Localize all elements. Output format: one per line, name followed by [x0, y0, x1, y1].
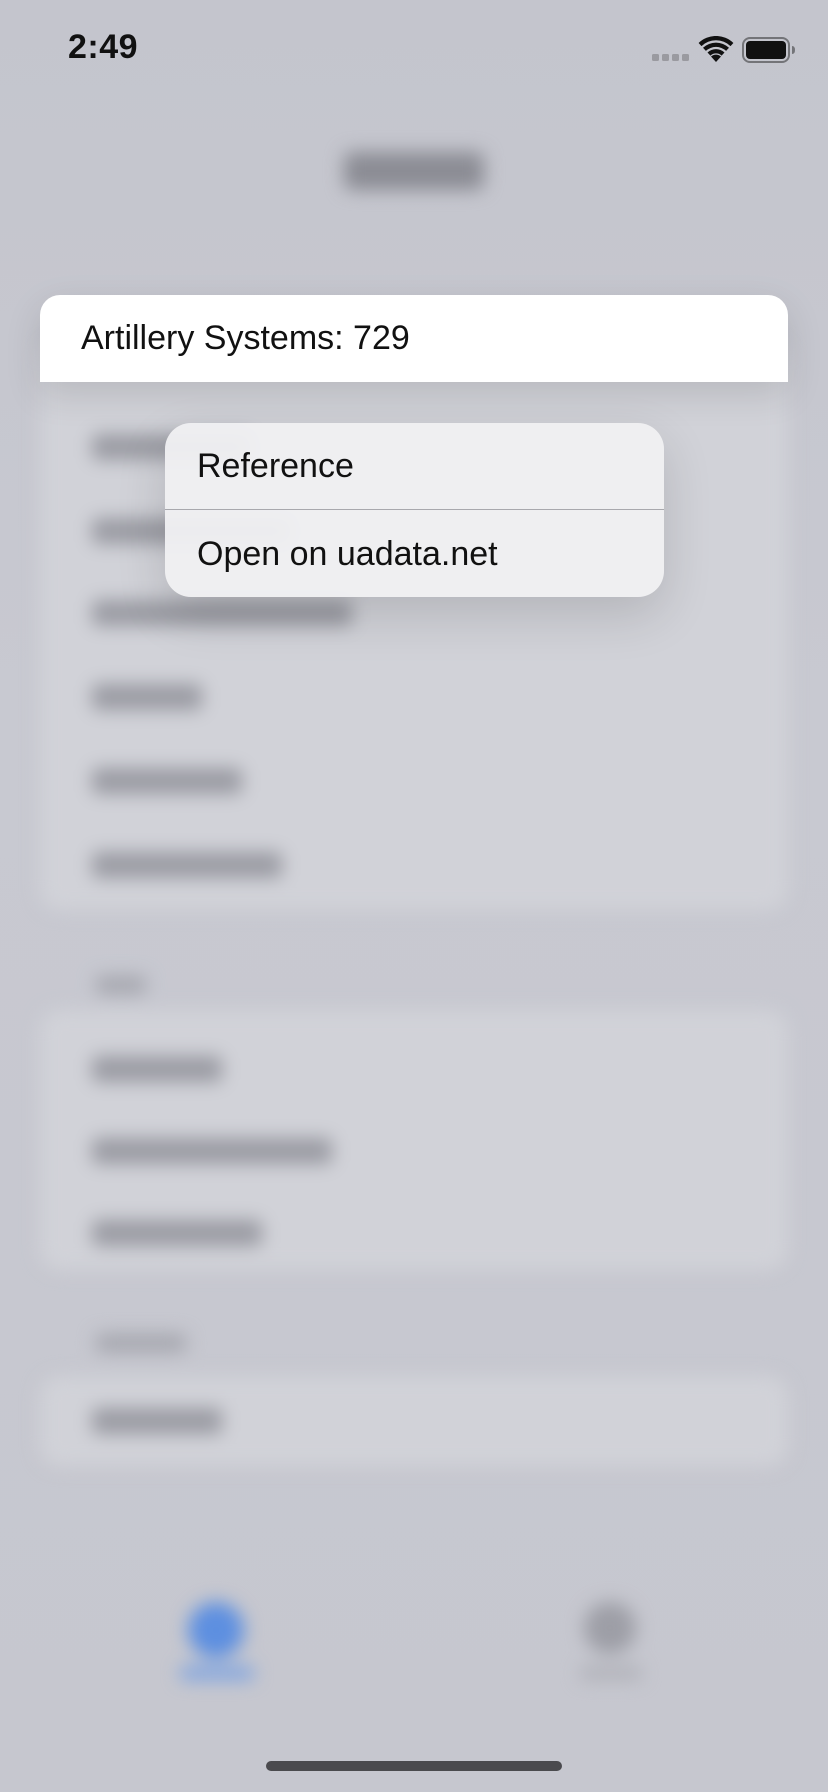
blurred-section-header — [96, 1334, 186, 1352]
blurred-list-section — [40, 1376, 788, 1466]
context-preview-row[interactable]: Artillery Systems: 729 — [40, 295, 788, 382]
context-menu: Reference Open on uadata.net — [165, 423, 664, 597]
status-time: 2:49 — [68, 28, 139, 66]
blurred-row — [92, 1138, 332, 1164]
blurred-tab-icon-selected — [188, 1602, 244, 1658]
blurred-row — [92, 600, 352, 626]
blurred-tab-icon — [584, 1602, 636, 1654]
home-indicator[interactable] — [266, 1761, 562, 1771]
battery-icon — [742, 37, 795, 63]
blurred-row — [92, 768, 242, 794]
blurred-list-section — [40, 1010, 788, 1270]
preview-row-label: Artillery Systems: 729 — [81, 319, 410, 357]
blurred-row — [92, 1408, 222, 1434]
blurred-tab-label — [180, 1666, 254, 1680]
menu-item-reference[interactable]: Reference — [165, 423, 664, 509]
status-bar: 2:49 — [0, 0, 828, 100]
blurred-background — [0, 0, 828, 1792]
menu-item-label: Open on uadata.net — [197, 535, 498, 573]
wifi-icon — [698, 36, 734, 62]
screen: 2:49 Artillery Systems: 729 Reference Op… — [0, 0, 828, 1792]
menu-divider — [165, 509, 664, 510]
cellular-signal-icon — [652, 54, 689, 61]
blurred-tab-label — [580, 1666, 642, 1680]
blurred-row — [92, 852, 282, 878]
blurred-row — [92, 684, 202, 710]
blurred-row — [92, 1220, 262, 1246]
menu-item-label: Reference — [197, 447, 354, 485]
menu-item-open-on-uadata[interactable]: Open on uadata.net — [165, 511, 664, 597]
blurred-navigation-title — [344, 152, 484, 190]
blurred-section-header — [96, 976, 146, 994]
blurred-row — [92, 1056, 222, 1082]
